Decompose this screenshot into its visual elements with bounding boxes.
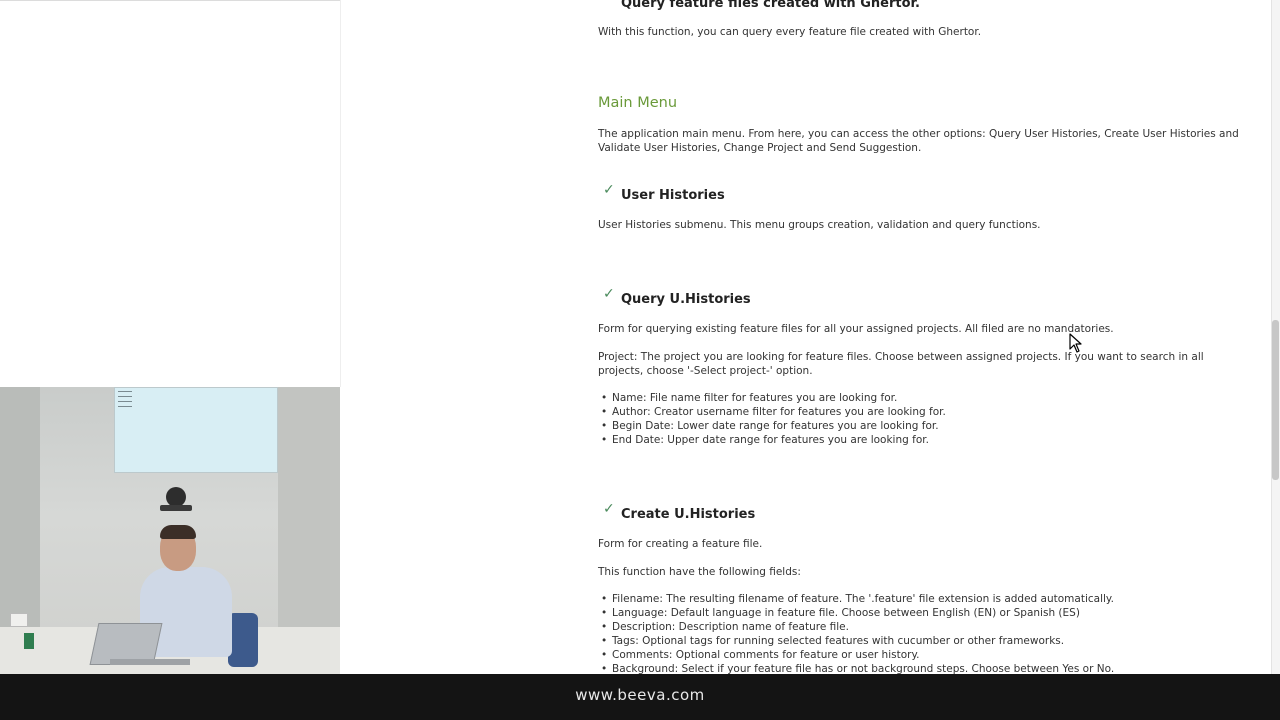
list-item: Author: Creator username filter for feat… (598, 405, 946, 419)
projector-screen (114, 387, 278, 473)
section-desc-create-uhistories: Form for creating a feature file. (598, 538, 763, 550)
left-panel-divider (0, 0, 340, 1)
projected-text (118, 391, 132, 411)
power-socket (10, 613, 28, 627)
left-blank-panel (0, 0, 341, 387)
mouse-cursor-icon (1069, 333, 1082, 353)
project-field-desc: Project: The project you are looking for… (598, 351, 1204, 377)
query-fields-list: Name: File name filter for features you … (598, 391, 946, 447)
check-icon: ✓ (603, 286, 615, 302)
create-fields-list: Filename: The resulting filename of feat… (598, 592, 1114, 676)
list-item: Language: Default language in feature fi… (598, 606, 1114, 620)
camera-stand (160, 505, 192, 511)
cup (24, 633, 34, 649)
list-item: Description: Description name of feature… (598, 620, 1114, 634)
list-item: Begin Date: Lower date range for feature… (598, 419, 946, 433)
laptop-base (110, 659, 190, 665)
presenter-hair (160, 525, 196, 539)
scrollbar-thumb[interactable] (1272, 320, 1279, 480)
list-item: Filename: The resulting filename of feat… (598, 592, 1114, 606)
webcam-video-inset (0, 387, 340, 674)
section-desc-query-uhistories: Form for querying existing feature files… (598, 323, 1114, 335)
list-item: Comments: Optional comments for feature … (598, 648, 1114, 662)
section-desc-user-histories: User Histories submenu. This menu groups… (598, 219, 1041, 231)
list-item: Tags: Optional tags for running selected… (598, 634, 1114, 648)
chair (228, 613, 258, 667)
check-icon: ✓ (603, 501, 615, 517)
section-title-query-feature-files: Query feature files created with Ghertor… (621, 0, 920, 11)
section-title-user-histories: User Histories (621, 188, 725, 203)
conference-camera (166, 487, 186, 507)
section-title-create-uhistories: Create U.Histories (621, 507, 756, 522)
list-item: Name: File name filter for features you … (598, 391, 946, 405)
screen: ✓ Query feature files created with Ghert… (0, 0, 1280, 720)
section-desc-query-feature-files: With this function, you can query every … (598, 26, 982, 38)
fields-intro: This function have the following fields: (598, 566, 801, 578)
list-item: End Date: Upper date range for features … (598, 433, 946, 447)
check-icon: ✓ (603, 182, 615, 198)
section-title-main-menu: Main Menu (598, 95, 678, 111)
section-desc-main-menu: The application main menu. From here, yo… (598, 128, 1239, 154)
section-title-query-uhistories: Query U.Histories (621, 292, 751, 307)
check-icon: ✓ (603, 0, 615, 4)
footer-url: www.beeva.com (575, 686, 705, 704)
